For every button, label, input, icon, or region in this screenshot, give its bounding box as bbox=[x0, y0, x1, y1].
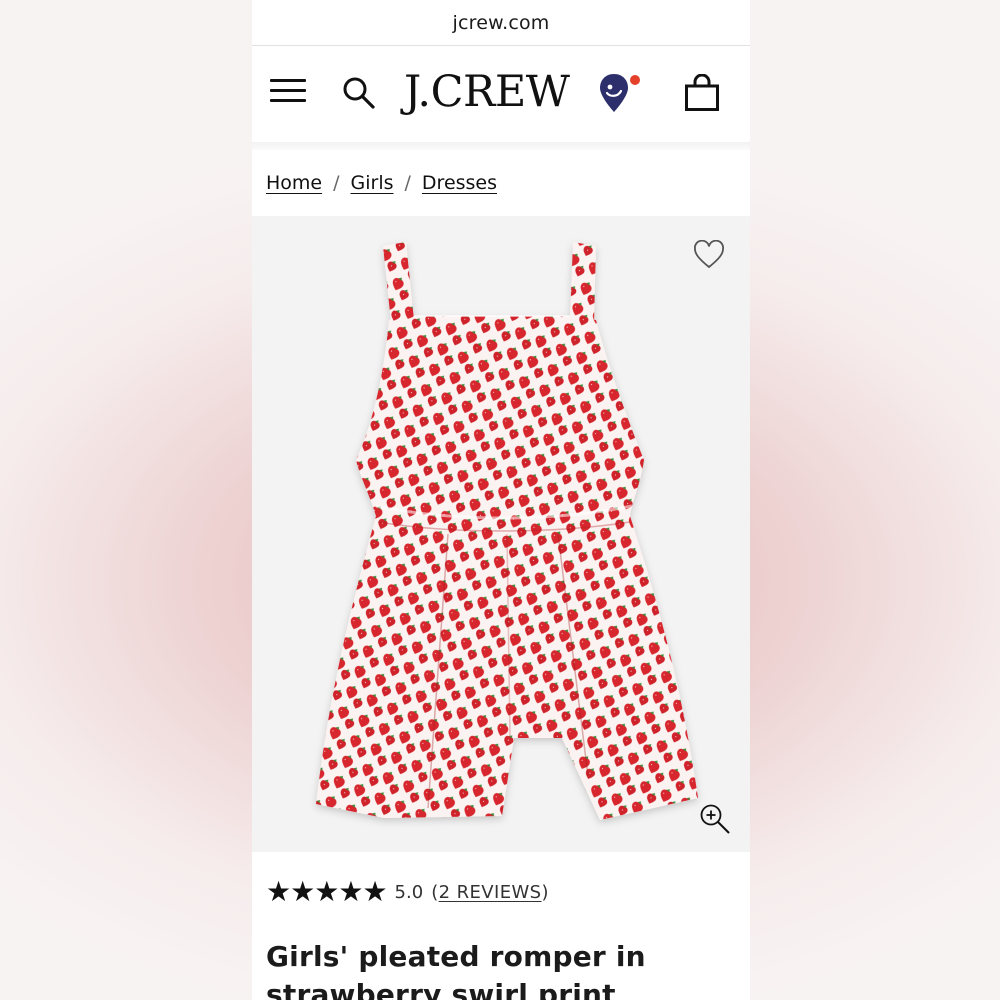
star-icon: ★ bbox=[338, 875, 364, 908]
open-paren: ( bbox=[431, 881, 439, 903]
product-rating: ★ ★ ★ ★ ★ 5.0 (2 REVIEWS) bbox=[252, 852, 750, 932]
rating-score: 5.0 bbox=[394, 881, 424, 903]
reviews-link[interactable]: (2 REVIEWS) bbox=[431, 882, 549, 903]
star-icon: ★ bbox=[266, 875, 292, 908]
close-paren: ) bbox=[541, 881, 549, 903]
star-icon: ★ bbox=[290, 875, 316, 908]
menu-icon[interactable] bbox=[270, 79, 306, 103]
breadcrumb-home[interactable]: Home bbox=[266, 172, 322, 194]
product-title: Girls' pleated romper in strawberry swir… bbox=[266, 940, 646, 1000]
breadcrumb-separator: / bbox=[404, 172, 411, 194]
zoom-in-icon[interactable] bbox=[698, 802, 732, 836]
breadcrumb: Home / Girls / Dresses bbox=[252, 150, 750, 216]
header-divider bbox=[252, 142, 750, 150]
jcrew-logo[interactable]: J.CREW bbox=[404, 68, 570, 116]
reviews-count[interactable]: 2 REVIEWS bbox=[439, 882, 542, 903]
product-image[interactable] bbox=[252, 216, 750, 852]
star-rating: ★ ★ ★ ★ ★ bbox=[266, 875, 388, 908]
breadcrumb-dresses[interactable]: Dresses bbox=[422, 172, 497, 194]
search-icon[interactable] bbox=[342, 76, 376, 110]
site-header: J.CREW bbox=[252, 46, 750, 142]
star-icon: ★ bbox=[362, 875, 388, 908]
store-locator-icon[interactable] bbox=[598, 72, 644, 114]
browser-url-bar[interactable]: jcrew.com bbox=[252, 0, 750, 46]
breadcrumb-girls[interactable]: Girls bbox=[351, 172, 394, 194]
mobile-screen: jcrew.com J.CREW Home / Girls / Dresses bbox=[252, 0, 750, 1000]
product-image-area[interactable] bbox=[252, 216, 750, 852]
breadcrumb-separator: / bbox=[333, 172, 340, 194]
heart-icon[interactable] bbox=[693, 240, 725, 270]
url-text: jcrew.com bbox=[452, 11, 550, 34]
shopping-bag-icon[interactable] bbox=[684, 74, 720, 112]
star-icon: ★ bbox=[314, 875, 340, 908]
